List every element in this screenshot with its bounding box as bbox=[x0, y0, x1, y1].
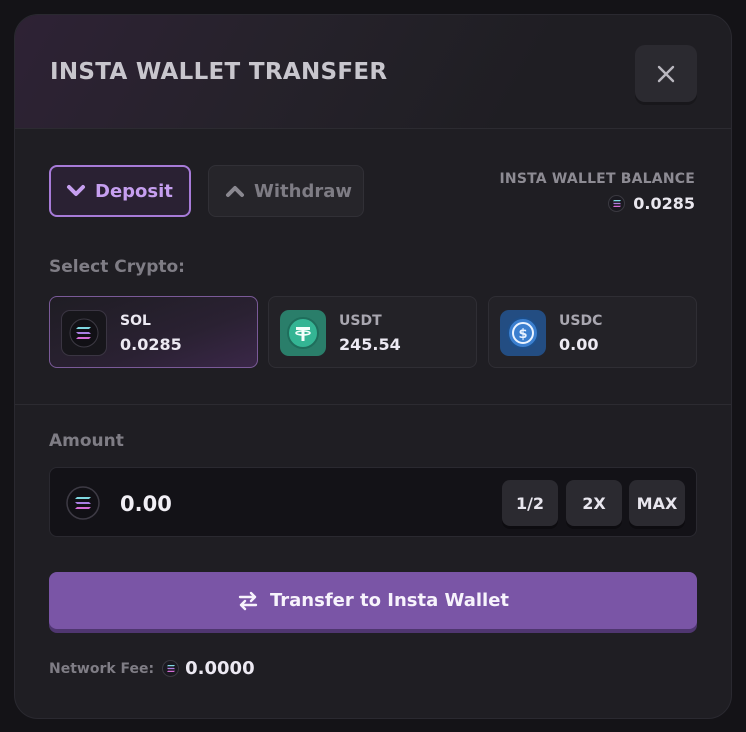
close-icon bbox=[657, 65, 675, 82]
amount-field: 1/2 2X MAX bbox=[49, 467, 697, 537]
tab-deposit[interactable]: Deposit bbox=[49, 165, 191, 217]
crypto-name: SOL bbox=[120, 313, 151, 329]
tab-withdraw[interactable]: Withdraw bbox=[208, 165, 364, 217]
chevron-down-icon bbox=[67, 185, 85, 196]
transfer-button[interactable]: Transfer to Insta Wallet bbox=[49, 572, 697, 629]
balance-display: 0.0285 bbox=[608, 194, 695, 213]
solana-icon bbox=[66, 486, 100, 524]
crypto-balance: 0.00 bbox=[559, 335, 599, 354]
close-button[interactable] bbox=[635, 45, 697, 102]
transfer-button-label: Transfer to Insta Wallet bbox=[269, 590, 510, 611]
solana-icon bbox=[608, 195, 626, 212]
svg-text:$: $ bbox=[518, 327, 527, 342]
crypto-option-sol[interactable]: SOL 0.0285 bbox=[49, 296, 258, 368]
half-amount-button[interactable]: 1/2 bbox=[502, 480, 558, 526]
double-amount-button[interactable]: 2X bbox=[566, 480, 622, 526]
max-amount-button[interactable]: MAX bbox=[629, 480, 685, 526]
tab-deposit-label: Deposit bbox=[95, 180, 173, 202]
network-fee-label: Network Fee: bbox=[49, 660, 155, 677]
tab-withdraw-label: Withdraw bbox=[254, 180, 352, 202]
solana-icon bbox=[61, 310, 107, 356]
solana-icon bbox=[162, 660, 180, 677]
section-divider bbox=[15, 404, 731, 405]
modal-header: INSTA WALLET TRANSFER bbox=[15, 15, 731, 129]
chevron-up-icon bbox=[226, 186, 244, 197]
crypto-name: USDC bbox=[559, 313, 603, 329]
balance-label: INSTA WALLET BALANCE bbox=[499, 171, 695, 187]
tether-icon bbox=[280, 310, 326, 356]
crypto-option-usdc[interactable]: $ USDC 0.00 bbox=[488, 296, 697, 368]
network-fee: Network Fee: 0.0000 bbox=[49, 658, 255, 679]
modal-title: INSTA WALLET TRANSFER bbox=[50, 59, 388, 85]
swap-arrows-icon bbox=[238, 591, 258, 610]
network-fee-value: 0.0000 bbox=[185, 658, 255, 679]
amount-input[interactable] bbox=[120, 488, 420, 520]
amount-label: Amount bbox=[49, 431, 124, 451]
crypto-balance: 245.54 bbox=[339, 335, 401, 354]
crypto-name: USDT bbox=[339, 313, 382, 329]
crypto-balance: 0.0285 bbox=[120, 335, 182, 354]
usdc-icon: $ bbox=[500, 310, 546, 356]
select-crypto-label: Select Crypto: bbox=[49, 257, 185, 277]
crypto-option-usdt[interactable]: USDT 245.54 bbox=[268, 296, 477, 368]
balance-value: 0.0285 bbox=[633, 194, 695, 213]
insta-wallet-transfer-modal: INSTA WALLET TRANSFER Deposit Withdraw I… bbox=[14, 14, 732, 719]
